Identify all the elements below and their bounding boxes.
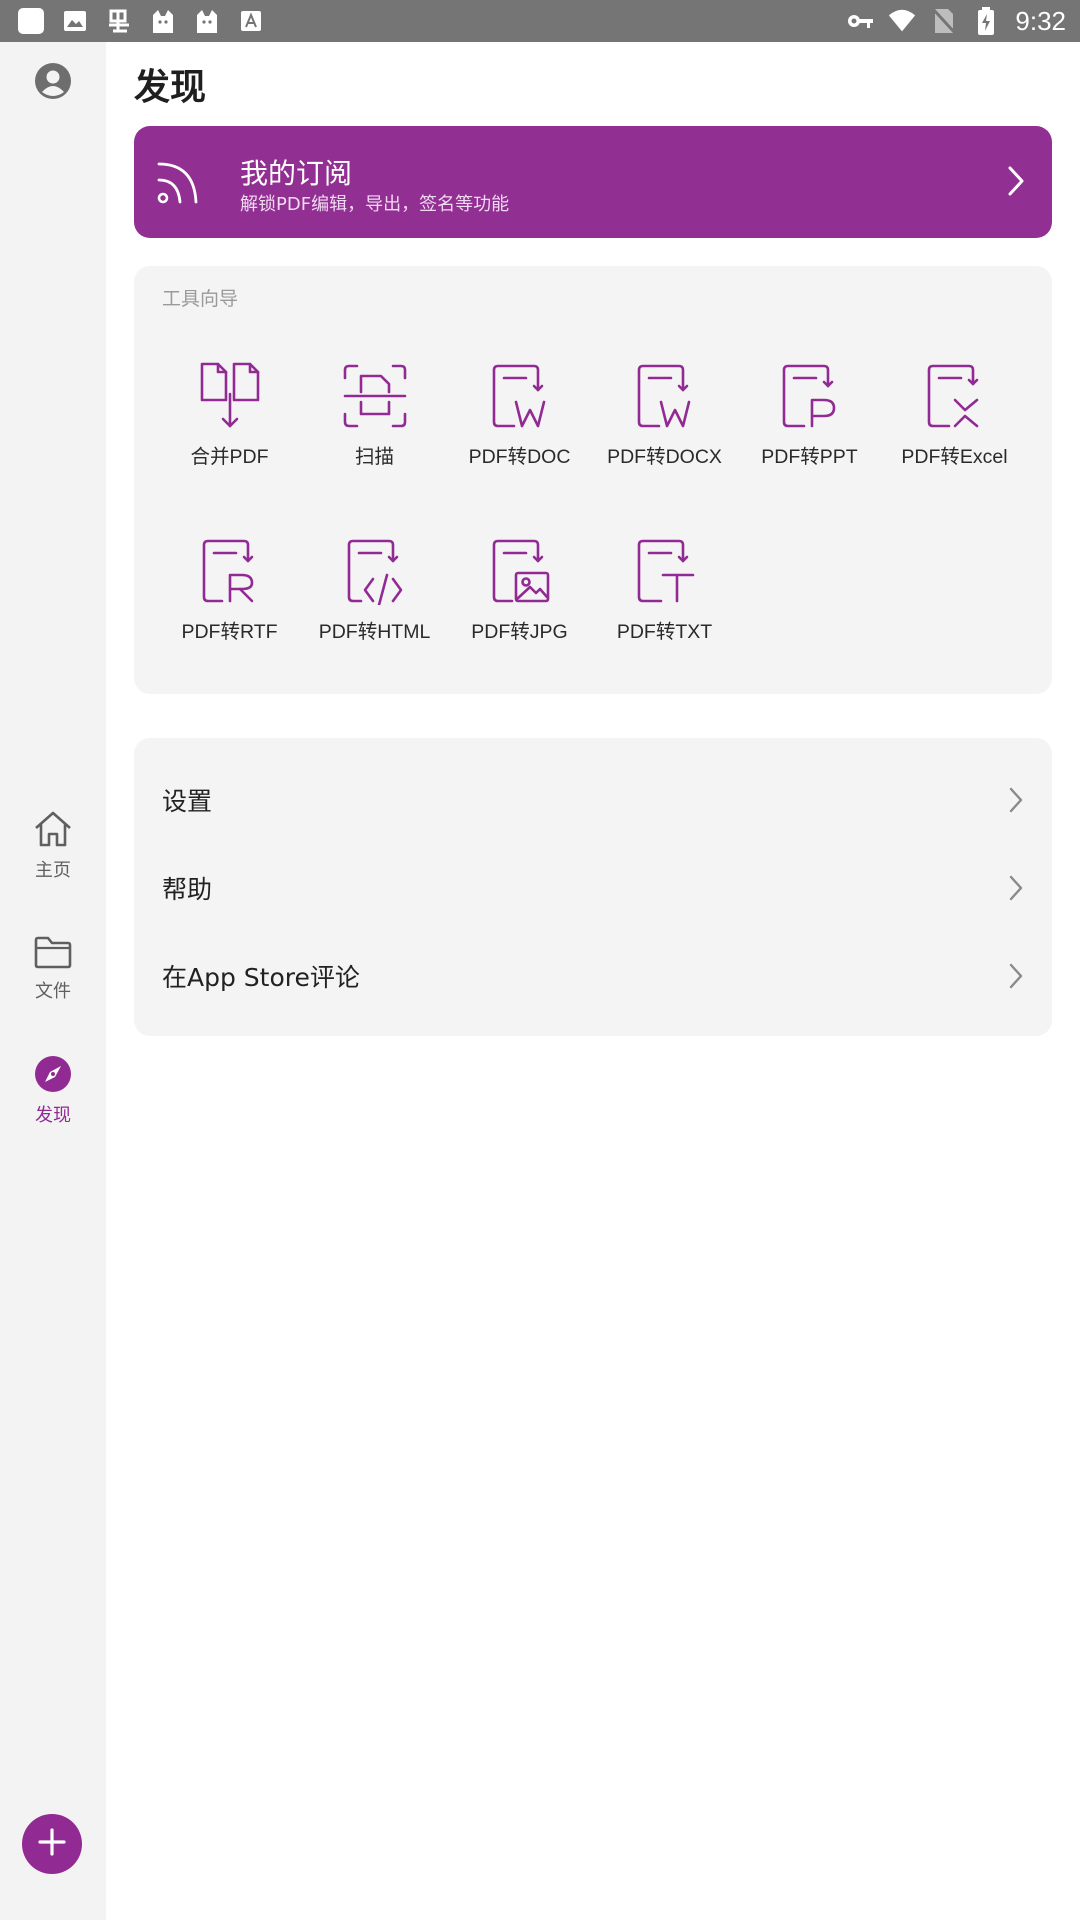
pdf-to-ppt-icon <box>782 364 835 428</box>
tool-label: 扫描 <box>354 446 394 468</box>
plus-icon <box>37 1827 67 1861</box>
tool-pdf-to-jpg[interactable]: PDF转JPG <box>447 537 592 644</box>
chevron-right-icon <box>1008 962 1024 994</box>
tool-pdf-to-doc[interactable]: PDF转DOC <box>447 362 592 469</box>
tool-label: PDF转TXT <box>616 621 713 643</box>
tool-merge-pdf[interactable]: 合并PDF <box>157 362 302 469</box>
home-icon <box>32 810 74 852</box>
scan-icon <box>343 364 406 428</box>
account-button[interactable] <box>0 62 106 104</box>
pdf-to-rtf-icon <box>202 539 253 603</box>
folder-icon <box>33 935 73 973</box>
wifi-icon <box>887 6 917 36</box>
sidebar-item-label: 发现 <box>35 1105 71 1126</box>
tool-label: PDF转JPG <box>471 621 568 643</box>
tools-section-label: 工具向导 <box>162 288 239 310</box>
menu-item-label: 设置 <box>162 787 213 816</box>
tool-pdf-to-rtf[interactable]: PDF转RTF <box>157 537 302 644</box>
menu-item-review[interactable]: 在App Store评论 <box>134 932 1052 1020</box>
tool-scan[interactable]: 扫描 <box>302 362 447 469</box>
subscription-title: 我的订阅 <box>240 157 353 190</box>
merge-pdf-icon <box>200 362 259 428</box>
tool-label: PDF转HTML <box>318 621 431 643</box>
app-icon <box>16 6 46 36</box>
battery-charging-icon <box>971 6 1001 36</box>
menu-section: 设置 帮助 在App Store评论 <box>134 738 1052 1036</box>
tool-label: PDF转PPT <box>761 446 858 468</box>
tool-pdf-to-excel[interactable]: PDF转Excel <box>882 362 1027 469</box>
tool-label: PDF转Excel <box>901 446 1008 468</box>
sidebar-item-discover[interactable]: 发现 <box>0 1055 106 1127</box>
pdf-to-docx-icon <box>637 364 690 428</box>
subscription-description: 解锁PDF编辑，导出，签名等功能 <box>240 194 510 215</box>
menu-item-label: 在App Store评论 <box>162 963 360 992</box>
tools-section: 工具向导 合并PDF 扫描 PDF转DOC PDF转DOCX PDF转PPT P… <box>134 266 1052 694</box>
status-bar: 9:32 <box>0 0 1080 42</box>
pdf-to-jpg-icon <box>492 539 549 603</box>
font-icon <box>236 6 266 36</box>
menu-item-label: 帮助 <box>162 875 213 904</box>
tool-label: PDF转DOC <box>468 446 571 468</box>
compass-icon <box>34 1055 72 1097</box>
menu-item-help[interactable]: 帮助 <box>134 844 1052 932</box>
chevron-right-icon <box>1006 164 1026 202</box>
pdf-to-txt-icon <box>637 539 694 603</box>
pdf-to-doc-icon <box>492 364 545 428</box>
pdf-to-excel-icon <box>927 364 978 428</box>
tool-label: 合并PDF <box>190 446 269 468</box>
sidebar-item-files[interactable]: 文件 <box>0 935 106 1003</box>
no-sim-icon <box>929 6 959 36</box>
status-bar-left <box>16 6 266 36</box>
translate-icon <box>104 6 134 36</box>
account-avatar-icon <box>34 62 72 104</box>
chevron-right-icon <box>1008 786 1024 818</box>
clock: 9:32 <box>1015 5 1066 36</box>
chevron-right-icon <box>1008 874 1024 906</box>
tool-pdf-to-html[interactable]: PDF转HTML <box>302 537 447 644</box>
page-title: 发现 <box>134 67 207 108</box>
vpn-key-icon <box>845 6 875 36</box>
tool-pdf-to-txt[interactable]: PDF转TXT <box>592 537 737 644</box>
tool-pdf-to-docx[interactable]: PDF转DOCX <box>592 362 737 469</box>
cat-icon <box>192 6 222 36</box>
tool-label: PDF转DOCX <box>607 446 722 468</box>
tool-label: PDF转RTF <box>181 621 278 643</box>
menu-item-settings[interactable]: 设置 <box>134 756 1052 844</box>
navigation-rail: 主页 文件 发现 <box>0 42 106 1920</box>
tool-pdf-to-ppt[interactable]: PDF转PPT <box>737 362 882 469</box>
sidebar-item-label: 文件 <box>35 981 71 1002</box>
sidebar-item-home[interactable]: 主页 <box>0 810 106 882</box>
cat-icon <box>148 6 178 36</box>
subscription-card[interactable]: 我的订阅 解锁PDF编辑，导出，签名等功能 <box>134 126 1052 238</box>
add-button[interactable] <box>22 1814 82 1874</box>
sidebar-item-label: 主页 <box>35 860 71 881</box>
image-icon <box>60 6 90 36</box>
status-bar-right: 9:32 <box>845 6 1066 36</box>
pdf-to-html-icon <box>347 539 402 605</box>
rss-icon <box>156 156 202 210</box>
